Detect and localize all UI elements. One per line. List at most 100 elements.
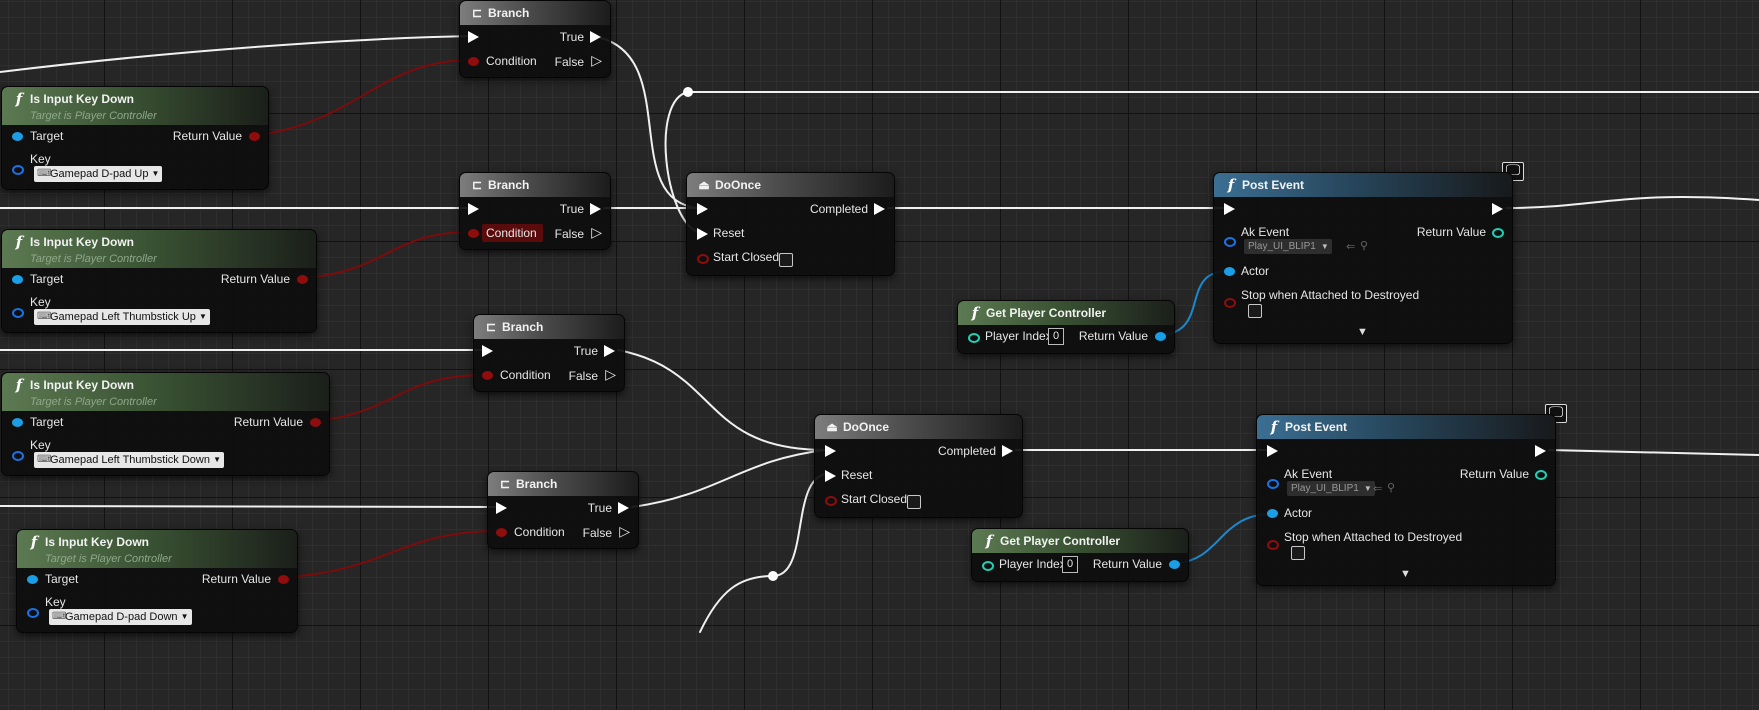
condition-pin[interactable] <box>468 57 479 66</box>
node-header[interactable]: f Is Input Key Down Target is Player Contr… <box>17 530 297 568</box>
key-dropdown[interactable]: ⌨ Gamepad Left Thumbstick Up ▼ <box>34 309 210 325</box>
exec-in-pin[interactable] <box>468 31 479 43</box>
actor-pin[interactable] <box>1224 267 1235 276</box>
exec-in-pin[interactable] <box>697 203 708 215</box>
completed-exec-pin[interactable] <box>874 203 885 215</box>
stop-when-destroyed-pin[interactable] <box>1267 540 1279 550</box>
true-exec-pin[interactable] <box>590 203 601 215</box>
use-selected-asset-icon[interactable]: ⇐ <box>1346 240 1355 253</box>
key-dropdown[interactable]: ⌨ Gamepad D-pad Down ▼ <box>49 609 192 625</box>
player-index-pin[interactable] <box>982 561 994 571</box>
key-dropdown[interactable]: ⌨ Gamepad Left Thumbstick Down ▼ <box>34 452 224 468</box>
expand-arrow-icon[interactable]: ▼ <box>1400 568 1411 580</box>
browse-asset-search-icon[interactable]: ⚲ <box>1360 239 1368 252</box>
false-exec-pin[interactable]: ▷ <box>619 524 630 538</box>
start-closed-pin[interactable] <box>697 254 709 264</box>
exec-out-pin[interactable] <box>1535 445 1546 457</box>
post-event-node[interactable]: f Post Event Ak Event Play_UI_BLIP1 ▼ ⇐ ⚲ … <box>1213 172 1513 344</box>
exec-in-pin[interactable] <box>825 445 836 457</box>
actor-pin[interactable] <box>1267 509 1278 518</box>
branch-node[interactable]: ⊏ Branch Condition True False ▷ <box>473 314 625 392</box>
expand-arrow-icon[interactable]: ▼ <box>1357 326 1368 338</box>
branch-header[interactable]: ⊏ Branch <box>460 1 610 25</box>
target-pin[interactable] <box>27 575 38 584</box>
branch-header[interactable]: ⊏ Branch <box>460 173 610 197</box>
branch-node[interactable]: ⊏ Branch Condition True False ▷ <box>459 0 611 78</box>
exec-in-pin[interactable] <box>1267 445 1278 457</box>
exec-in-pin[interactable] <box>1224 203 1235 215</box>
doonce-header[interactable]: ⏏ DoOnce <box>687 173 894 197</box>
condition-pin[interactable] <box>496 528 507 537</box>
reroute-node[interactable] <box>768 571 778 581</box>
is-input-key-down-node[interactable]: f Is Input Key Down Target is Player Contr… <box>1 372 330 476</box>
use-selected-asset-icon[interactable]: ⇐ <box>1373 482 1382 495</box>
player-index-field[interactable]: 0 <box>1048 328 1064 345</box>
completed-exec-pin[interactable] <box>1002 445 1013 457</box>
is-input-key-down-node[interactable]: f Is Input Key Down Target is Player Contr… <box>16 529 298 633</box>
start-closed-checkbox[interactable] <box>907 495 921 509</box>
branch-node[interactable]: ⊏ Branch Condition True False ▷ <box>459 172 611 250</box>
player-index-field[interactable]: 0 <box>1062 556 1078 573</box>
node-header[interactable]: f Get Player Controller <box>972 529 1188 553</box>
node-header[interactable]: f Is Input Key Down Target is Player Contr… <box>2 87 268 125</box>
start-closed-checkbox[interactable] <box>779 253 793 267</box>
ak-event-dropdown[interactable]: Play_UI_BLIP1 ▼ <box>1244 239 1332 254</box>
branch-header[interactable]: ⊏ Branch <box>474 315 624 339</box>
doonce-node[interactable]: ⏏ DoOnce Completed Reset Start Closed <box>686 172 895 276</box>
reroute-node[interactable] <box>683 87 693 97</box>
node-header[interactable]: f Is Input Key Down Target is Player Contr… <box>2 230 316 268</box>
start-closed-pin[interactable] <box>825 496 837 506</box>
target-pin[interactable] <box>12 132 23 141</box>
exec-in-pin[interactable] <box>482 345 493 357</box>
get-player-controller-node[interactable]: f Get Player Controller Player Index 0 Re… <box>957 300 1175 354</box>
exec-out-pin[interactable] <box>1492 203 1503 215</box>
condition-pin[interactable] <box>468 229 479 238</box>
return-value-pin[interactable] <box>278 575 289 584</box>
key-pin[interactable] <box>12 165 24 175</box>
ak-event-pin[interactable] <box>1267 479 1279 489</box>
false-exec-pin[interactable]: ▷ <box>591 225 602 239</box>
doonce-header[interactable]: ⏏ DoOnce <box>815 415 1022 439</box>
true-exec-pin[interactable] <box>590 31 601 43</box>
stop-when-destroyed-checkbox[interactable] <box>1248 304 1262 318</box>
key-pin[interactable] <box>12 451 24 461</box>
node-header[interactable]: f Post Event <box>1214 173 1512 197</box>
node-header[interactable]: f Get Player Controller <box>958 301 1174 325</box>
key-dropdown[interactable]: ⌨ Gamepad D-pad Up ▼ <box>34 166 163 182</box>
node-header[interactable]: f Post Event <box>1257 415 1555 439</box>
player-index-pin[interactable] <box>968 333 980 343</box>
return-value-pin[interactable] <box>310 418 321 427</box>
stop-when-destroyed-pin[interactable] <box>1224 298 1236 308</box>
reset-exec-pin[interactable] <box>697 228 708 240</box>
branch-node[interactable]: ⊏ Branch Condition True False ▷ <box>487 471 639 549</box>
target-pin[interactable] <box>12 275 23 284</box>
true-exec-pin[interactable] <box>604 345 615 357</box>
get-player-controller-node[interactable]: f Get Player Controller Player Index 0 Re… <box>971 528 1189 582</box>
return-value-pin[interactable] <box>1155 332 1166 341</box>
ak-event-pin[interactable] <box>1224 237 1236 247</box>
key-pin[interactable] <box>12 308 24 318</box>
exec-in-pin[interactable] <box>496 502 507 514</box>
return-value-pin[interactable] <box>249 132 260 141</box>
stop-when-destroyed-checkbox[interactable] <box>1291 546 1305 560</box>
post-event-node[interactable]: f Post Event Ak Event Play_UI_BLIP1 ▼ ⇐ ⚲ … <box>1256 414 1556 586</box>
exec-in-pin[interactable] <box>468 203 479 215</box>
target-pin[interactable] <box>12 418 23 427</box>
ak-event-dropdown[interactable]: Play_UI_BLIP1 ▼ <box>1287 481 1375 496</box>
reset-exec-pin[interactable] <box>825 470 836 482</box>
condition-pin[interactable] <box>482 371 493 380</box>
return-value-pin[interactable] <box>1169 560 1180 569</box>
node-header[interactable]: f Is Input Key Down Target is Player Contr… <box>2 373 329 411</box>
return-value-pin[interactable] <box>1492 228 1504 238</box>
false-exec-pin[interactable]: ▷ <box>591 53 602 67</box>
doonce-node[interactable]: ⏏ DoOnce Completed Reset Start Closed <box>814 414 1023 518</box>
false-exec-pin[interactable]: ▷ <box>605 367 616 381</box>
is-input-key-down-node[interactable]: f Is Input Key Down Target is Player Contr… <box>1 86 269 190</box>
is-input-key-down-node[interactable]: f Is Input Key Down Target is Player Contr… <box>1 229 317 333</box>
true-exec-pin[interactable] <box>618 502 629 514</box>
return-value-pin[interactable] <box>297 275 308 284</box>
return-value-pin[interactable] <box>1535 470 1547 480</box>
branch-header[interactable]: ⊏ Branch <box>488 472 638 496</box>
browse-asset-search-icon[interactable]: ⚲ <box>1387 481 1395 494</box>
key-pin[interactable] <box>27 608 39 618</box>
